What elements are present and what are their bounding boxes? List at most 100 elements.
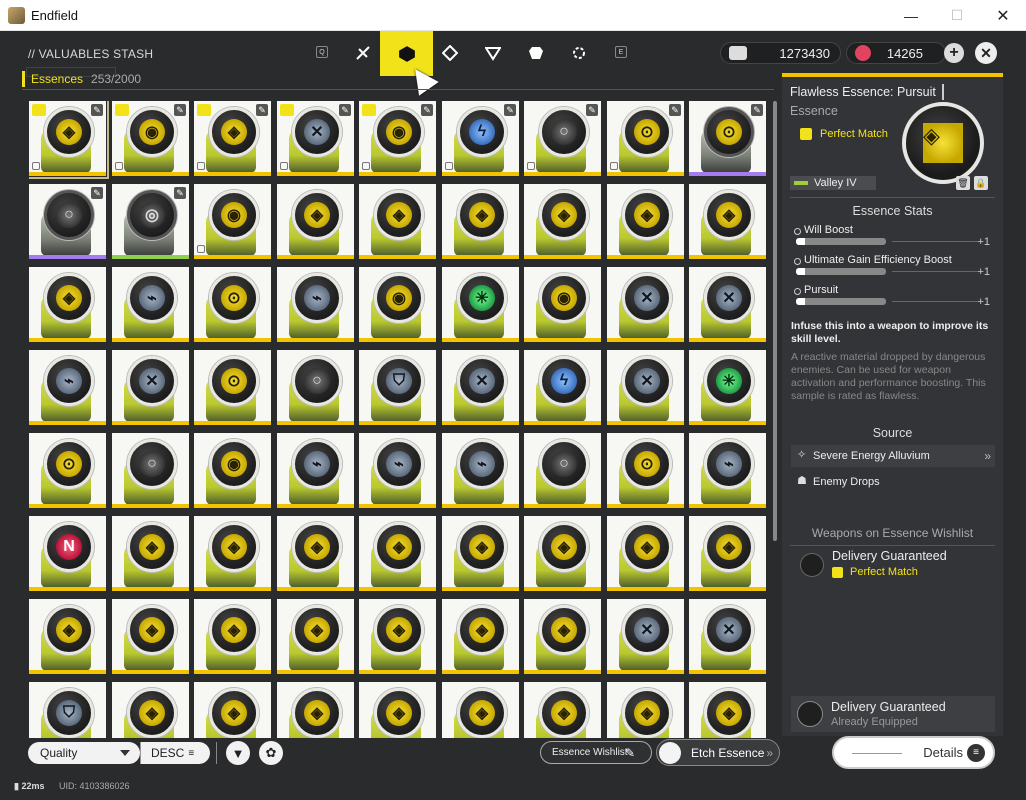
essence-card[interactable]: ◈ — [277, 682, 354, 738]
equipped-weapon[interactable]: Delivery Guaranteed Already Equipped — [791, 696, 995, 732]
essence-card[interactable]: ◉ ✎ — [112, 101, 189, 176]
essence-card[interactable]: ◈ — [607, 682, 684, 738]
essence-card[interactable]: ⌁ — [277, 433, 354, 508]
sort-direction-toggle[interactable]: DESC ≡ — [140, 742, 210, 764]
essence-card[interactable]: ✕ — [442, 350, 519, 425]
grid-scrollbar[interactable] — [773, 101, 777, 541]
essence-card[interactable]: ⊙ — [607, 433, 684, 508]
essence-card[interactable]: ⌁ — [29, 350, 106, 425]
essence-glyph-icon: ⌁ — [386, 451, 412, 477]
essence-card[interactable]: ✕ — [689, 599, 766, 674]
essence-card[interactable]: ⊙ — [194, 267, 271, 342]
essence-card[interactable]: ◈ — [112, 516, 189, 591]
sort-select[interactable]: Quality — [28, 742, 140, 764]
essence-card[interactable]: ◎ ✎ — [112, 184, 189, 259]
close-stash-button[interactable]: ✕ — [975, 42, 997, 64]
essence-card[interactable]: ⛉ — [359, 350, 436, 425]
essence-card[interactable]: ✕ — [112, 350, 189, 425]
essence-card[interactable]: ◈ — [524, 516, 601, 591]
essence-card[interactable]: ◈ — [29, 599, 106, 674]
essence-card[interactable]: ◈ ✎ — [29, 101, 109, 179]
essence-card[interactable]: ◉ ✎ — [359, 101, 436, 176]
essence-card[interactable]: ⌁ — [689, 433, 766, 508]
essence-wishlist-button[interactable]: Essence Wishlist ✎ — [540, 741, 652, 764]
essence-card[interactable]: ○ — [277, 350, 354, 425]
essence-card[interactable]: ⛉ — [29, 682, 106, 738]
essence-card[interactable]: ◈ — [607, 516, 684, 591]
essence-card[interactable]: ◈ — [689, 184, 766, 259]
essence-card[interactable]: ⊙ ✎ — [607, 101, 684, 176]
essence-card[interactable]: ◈ — [112, 599, 189, 674]
essence-card[interactable]: ϟ ✎ — [442, 101, 519, 176]
essence-card[interactable]: ✕ — [607, 350, 684, 425]
essence-card[interactable]: ◈ — [524, 184, 601, 259]
minimize-button[interactable]: — — [888, 0, 934, 31]
essence-card[interactable]: ◈ — [359, 682, 436, 738]
essence-card[interactable]: ◈ — [112, 682, 189, 738]
filter-button[interactable]: ▼ — [226, 741, 250, 765]
add-currency-button[interactable]: + — [944, 43, 964, 63]
essence-card[interactable]: ◈ — [277, 599, 354, 674]
essence-card[interactable]: ◈ — [689, 682, 766, 738]
essence-card[interactable]: ✕ — [607, 267, 684, 342]
essence-card[interactable]: ⊙ ✎ — [689, 101, 766, 176]
essence-card[interactable]: ⌁ — [112, 267, 189, 342]
stat-level: +1 — [977, 296, 990, 308]
essence-card[interactable]: ◉ — [359, 267, 436, 342]
essence-card[interactable]: ◈ — [607, 184, 684, 259]
essence-card[interactable]: ϟ — [524, 350, 601, 425]
essence-card[interactable]: ◈ — [29, 267, 106, 342]
cluster-icon: ✿ — [265, 745, 277, 760]
essence-glyph-icon: ◈ — [304, 202, 330, 228]
essence-card[interactable]: ✳ — [689, 350, 766, 425]
essence-card[interactable]: ⌁ — [359, 433, 436, 508]
wishlist-weapon[interactable]: Delivery Guaranteed Perfect Match — [800, 549, 990, 579]
essence-card[interactable]: ◈ — [689, 516, 766, 591]
essence-card[interactable]: ✕ — [607, 599, 684, 674]
essence-card[interactable]: ◈ — [442, 184, 519, 259]
essence-card[interactable]: ⊙ — [194, 350, 271, 425]
essence-card[interactable]: ✕ ✎ — [277, 101, 354, 176]
essence-card[interactable]: ◈ — [442, 599, 519, 674]
essence-card[interactable]: ◈ — [359, 599, 436, 674]
essence-card[interactable]: ◈ — [277, 516, 354, 591]
essence-card[interactable]: ◈ — [524, 682, 601, 738]
maximize-button[interactable]: ☐ — [934, 0, 980, 31]
essence-card[interactable]: ◈ — [277, 184, 354, 259]
essence-card[interactable]: ◈ — [194, 599, 271, 674]
essence-card[interactable]: ○ — [112, 433, 189, 508]
essence-card[interactable]: N — [29, 516, 106, 591]
tab-materials[interactable] — [437, 40, 463, 66]
essence-card[interactable]: ◉ — [524, 267, 601, 342]
group-button[interactable]: ✿ — [259, 741, 283, 765]
essence-card[interactable]: ◈ — [194, 682, 271, 738]
essence-card[interactable]: ◉ — [194, 433, 271, 508]
essence-card[interactable]: ✳ — [442, 267, 519, 342]
trash-icon[interactable]: 🗑 — [956, 176, 970, 190]
essence-card[interactable]: ✕ — [689, 267, 766, 342]
essence-card[interactable]: ⊙ — [29, 433, 106, 508]
essence-card[interactable]: ◈ — [524, 599, 601, 674]
lock-icon[interactable]: 🔒 — [974, 176, 988, 190]
essence-card[interactable]: ⌁ — [277, 267, 354, 342]
essence-card[interactable]: ◈ ✎ — [194, 101, 271, 176]
essence-card[interactable]: ○ — [524, 433, 601, 508]
essence-card[interactable]: ◉ — [194, 184, 271, 259]
essence-orb: ⌁ — [292, 439, 342, 489]
tab-weapons[interactable] — [350, 40, 376, 66]
tab-misc[interactable] — [566, 40, 592, 66]
essence-card[interactable]: ◈ — [359, 184, 436, 259]
tab-items[interactable] — [523, 40, 549, 66]
essence-card[interactable]: ○ ✎ — [29, 184, 106, 259]
essence-card[interactable]: ⌁ — [442, 433, 519, 508]
tab-gear[interactable] — [480, 40, 506, 66]
etch-essence-button[interactable]: Etch Essence » — [656, 739, 780, 766]
source-row-alluvium[interactable]: ✧ Severe Energy Alluvium » — [791, 445, 995, 467]
essence-card[interactable]: ◈ — [359, 516, 436, 591]
details-button[interactable]: Details ≡ — [832, 736, 995, 769]
essence-card[interactable]: ○ ✎ — [524, 101, 601, 176]
essence-card[interactable]: ◈ — [442, 682, 519, 738]
essence-card[interactable]: ◈ — [442, 516, 519, 591]
essence-card[interactable]: ◈ — [194, 516, 271, 591]
window-close-button[interactable]: ✕ — [980, 0, 1026, 31]
